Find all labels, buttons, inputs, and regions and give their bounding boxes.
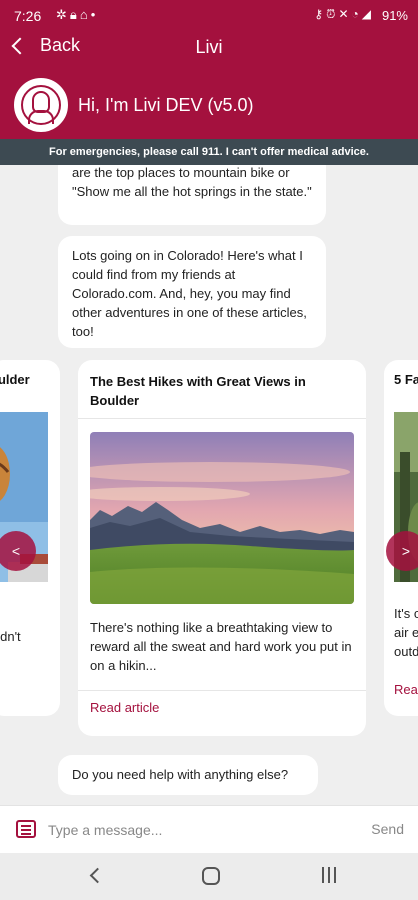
settings-gear-icon: ✲ [56,7,70,22]
battery-level: 91% [381,8,408,23]
menu-icon-line [21,833,31,835]
article-line: air e [394,625,418,640]
message-composer: Send [0,805,418,853]
status-time: 7:26 [14,8,42,24]
carousel-next-button[interactable]: > [386,531,418,571]
nav-bar: Back Livi [0,32,418,66]
status-bar: 7:26 ✲🔒︎⌂• ⚷⏰︎✕◔◢ 91% [0,0,418,32]
article-image-mountains [90,432,354,604]
app-header: 7:26 ✲🔒︎⌂• ⚷⏰︎✕◔◢ 91% Back Livi Hi, I'm … [0,0,418,139]
article-title: oulder [0,372,30,387]
wifi-icon: ◔ [351,7,362,21]
system-home-icon[interactable] [202,867,220,885]
read-article-link[interactable]: Rea [394,682,418,697]
bot-intro: Hi, I'm Livi DEV (v5.0) [14,78,253,132]
bot-avatar [14,78,68,132]
chevron-right-icon: > [401,543,411,559]
lock-icon: 🔒︎ [69,7,80,22]
article-description: e didn't [0,608,21,646]
article-line: didn't [0,629,21,644]
emergency-notice: For emergencies, please call 911. I can'… [0,139,418,165]
menu-icon-line [21,825,31,827]
avatar-body [28,110,54,124]
article-title: 5 Fa [394,372,418,387]
read-article-link[interactable]: Read article [90,700,159,715]
article-line: outd [394,644,418,659]
alarm-icon: ⏰︎ [326,7,339,21]
status-system-icons: ⚷⏰︎✕◔◢ [314,7,374,22]
home-icon: ⌂ [79,7,91,22]
chat-area[interactable]: are the top places to mountain bike or "… [0,165,418,805]
article-line: e [0,608,21,627]
bot-message: Do you need help with anything else? [58,755,318,795]
recents-icon-bar [328,867,330,883]
bot-message: Lots going on in Colorado! Here's what I… [58,236,326,348]
signal-icon: ◢ [361,7,374,21]
article-description: There's nothing like a breathtaking view… [90,620,352,673]
message-input[interactable] [48,814,358,846]
send-button[interactable]: Send [371,821,404,837]
bot-name: Hi, I'm Livi DEV (v5.0) [78,94,254,115]
divider [78,690,366,691]
recents-icon-bar [322,867,324,883]
system-recents-icon[interactable] [320,867,338,885]
divider [78,418,366,419]
system-back-icon[interactable] [89,867,106,884]
status-notification-icons: ✲🔒︎⌂• [56,7,98,23]
article-card[interactable]: The Best Hikes with Great Views in Bould… [78,360,366,736]
page-title: Livi [195,37,223,57]
mute-icon: ✕ [338,7,352,21]
dot-icon: • [90,7,99,22]
system-navigation-bar [0,853,418,900]
article-description: It's c air e outd [394,604,418,661]
article-title: The Best Hikes with Great Views in Bould… [90,374,306,408]
menu-icon-line [21,829,31,831]
chevron-left-icon: < [11,543,21,559]
article-line: It's c [394,606,418,621]
key-icon: ⚷ [314,7,327,21]
menu-icon[interactable] [16,820,36,838]
bot-message: are the top places to mountain bike or "… [58,165,326,225]
recents-icon-bar [334,867,336,883]
